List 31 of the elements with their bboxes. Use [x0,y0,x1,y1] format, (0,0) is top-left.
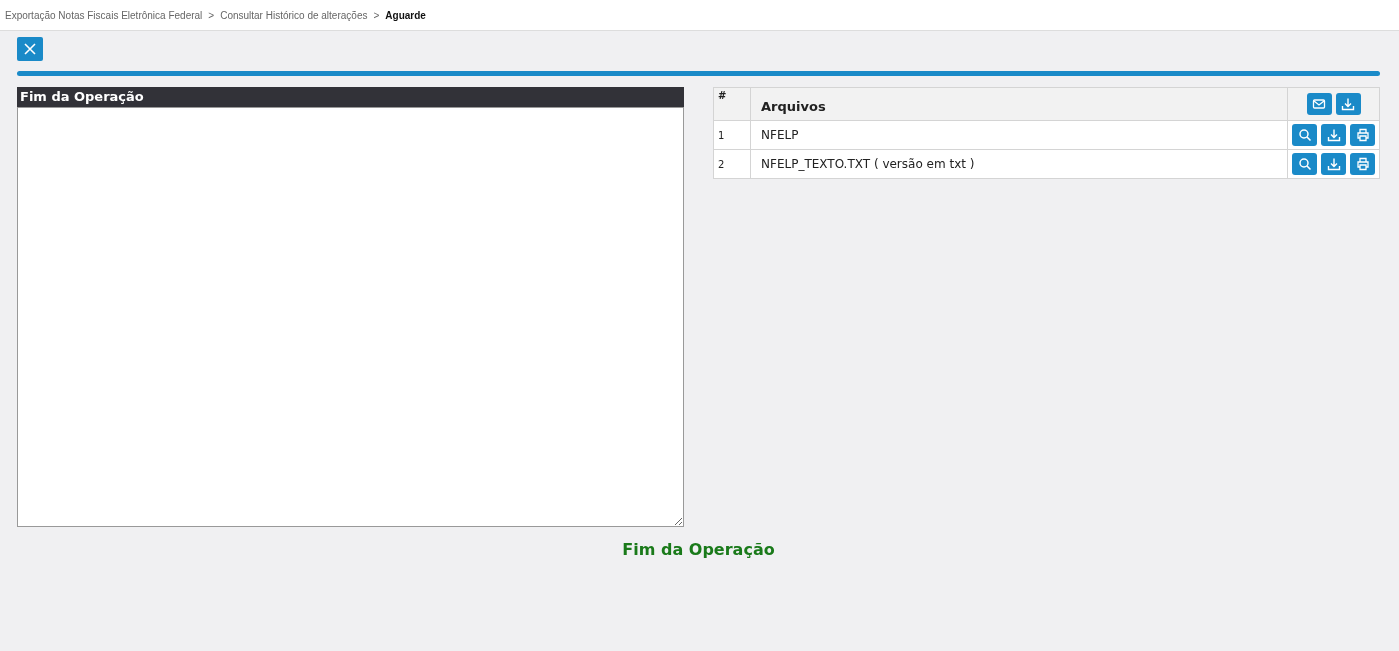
column-header: # [713,87,751,121]
column-header: Arquivos [750,87,1288,121]
printer-icon [1355,157,1370,171]
envelope-icon [1312,97,1326,111]
breadcrumb-separator: > [208,9,215,21]
print-button[interactable] [1350,153,1375,175]
file-name: NFELP [750,120,1288,150]
row-number: 1 [713,120,751,150]
download-icon [1326,157,1341,171]
download-icon [1341,97,1355,111]
breadcrumb-link[interactable]: Consultar Histórico de alterações [220,9,368,21]
download-button[interactable] [1321,124,1346,146]
view-button[interactable] [1292,153,1317,175]
download-icon [1326,128,1341,142]
search-icon [1297,157,1312,171]
panel-title: Fim da Operação [17,87,684,107]
breadcrumb-separator: > [373,9,380,21]
breadcrumb-current: Aguarde [385,9,426,21]
download-button[interactable] [1335,93,1361,115]
search-icon [1297,128,1312,142]
email-button[interactable] [1306,93,1332,115]
download-button[interactable] [1321,153,1346,175]
view-button[interactable] [1292,124,1317,146]
status-message: Fim da Operação [621,540,776,559]
row-number: 2 [713,149,751,179]
print-button[interactable] [1350,124,1375,146]
printer-icon [1355,128,1370,142]
file-name: NFELP_TEXTO.TXT ( versão em txt ) [750,149,1288,179]
close-icon [24,43,36,55]
close-button[interactable] [17,37,43,61]
breadcrumb-link[interactable]: Exportação Notas Fiscais Eletrônica Federal [5,9,203,21]
